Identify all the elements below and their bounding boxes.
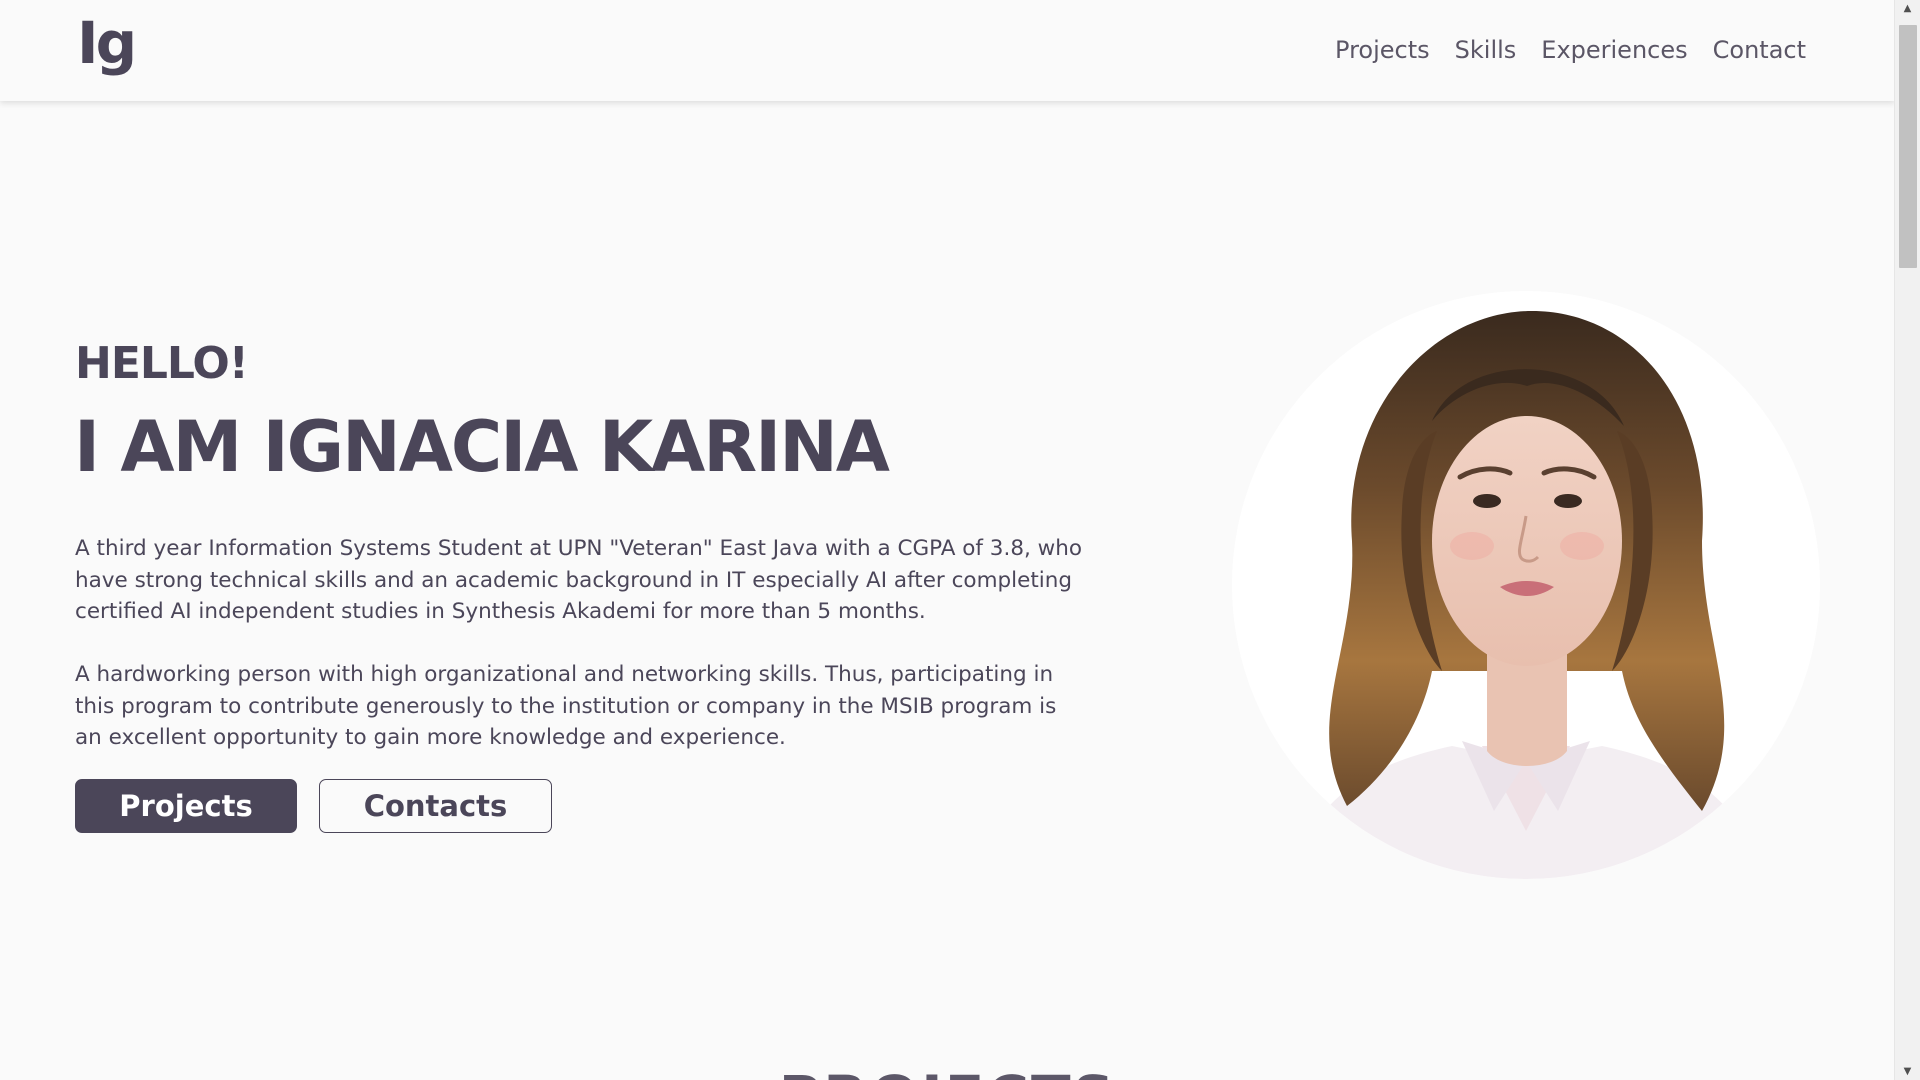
nav-link-experiences[interactable]: Experiences <box>1541 34 1687 66</box>
profile-photo <box>1232 291 1820 879</box>
contacts-button[interactable]: Contacts <box>319 779 552 833</box>
hero-paragraph-2: A hardworking person with high organizat… <box>75 662 1057 750</box>
logo[interactable]: Ig <box>77 14 137 72</box>
portfolio-page: Ig Projects Skills Experiences Contact H… <box>0 0 1920 1080</box>
projects-button[interactable]: Projects <box>75 779 297 833</box>
hero-paragraph-1: A third year Information Systems Student… <box>75 536 1083 624</box>
hero-greeting: HELLO! <box>75 338 249 389</box>
triangle-down-icon[interactable]: ▼ <box>1895 1063 1920 1080</box>
nav-link-contact[interactable]: Contact <box>1713 34 1806 66</box>
triangle-up-icon[interactable]: ▲ <box>1895 0 1920 17</box>
nav-link-skills[interactable]: Skills <box>1455 34 1517 66</box>
hero-name: I AM IGNACIA KARINA <box>74 406 890 488</box>
main-nav: Projects Skills Experiences Contact <box>1310 34 1806 66</box>
profile-photo-illustration <box>1232 291 1820 879</box>
projects-section-title: PROJECTS <box>0 1062 1895 1080</box>
navbar: Ig Projects Skills Experiences Contact <box>0 0 1895 101</box>
scroll-thumb[interactable] <box>1899 25 1917 268</box>
page-scrollbar[interactable]: ▲ ▼ <box>1894 0 1920 1080</box>
nav-link-projects[interactable]: Projects <box>1335 34 1430 66</box>
